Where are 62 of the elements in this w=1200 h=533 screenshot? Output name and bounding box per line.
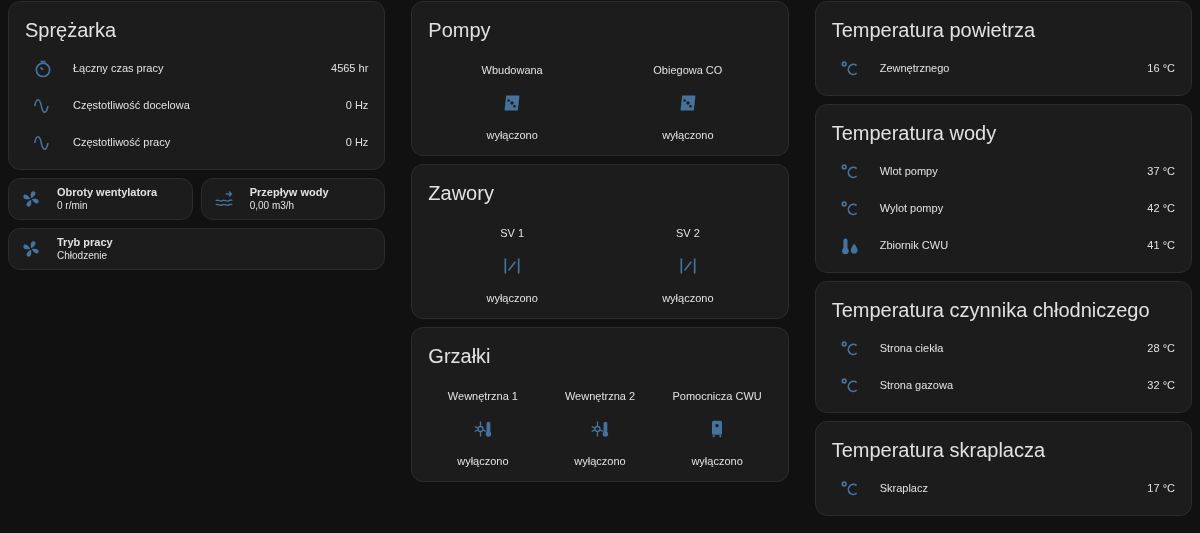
item-state: wyłączono [662,127,714,143]
entity-value: 28 °C [1147,341,1175,357]
glance-item[interactable]: Pomocnicza CWU wyłączono [658,388,776,469]
item-state: wyłączono [662,290,714,306]
item-name: SV 1 [500,226,525,241]
item-name: SV 2 [675,226,700,241]
item-name: Wewnętrzna 2 [564,389,636,404]
entity-value: 17 °C [1147,481,1175,497]
entity-name[interactable]: Skraplacz [879,480,1148,497]
glance-item[interactable]: Obiegowa CO wyłączono [600,62,776,143]
entity-name[interactable]: Strona ciekła [879,340,1148,357]
card-title: Temperatura skraplacza [830,438,1047,462]
glance-item[interactable]: Wewnętrzna 2 wyłączono [541,388,659,469]
timer-icon [33,58,53,79]
glance-item[interactable]: SV 1 wyłączono [424,225,600,306]
fan-icon [21,189,41,209]
tile-value: 0,00 m3/h [249,199,296,213]
card-title: Grzałki [427,344,492,368]
water-flow-icon [213,189,234,209]
entity-name[interactable]: Łączny czas pracy [73,60,331,77]
card-title: Temperatura wody [830,121,998,145]
entity-value: 32 °C [1147,378,1175,394]
item-state: wyłączono [486,127,538,143]
entity-name[interactable]: Częstotliwość pracy [73,134,346,151]
item-state: wyłączono [574,453,626,469]
card-title: Temperatura czynnika chłodniczego [830,298,1151,322]
tile-card[interactable]: Obroty wentylatora 0 r/min [8,178,193,220]
tile-value: 0 r/min [57,199,89,213]
tile-name: Przepływ wody [249,185,329,199]
entity-name[interactable]: Strona gazowa [879,377,1148,394]
entity-name[interactable]: Częstotliwość docelowa [73,97,346,114]
entity-value: 41 °C [1147,238,1175,254]
card-title: Zawory [427,181,495,205]
glance-item[interactable]: Wewnętrzna 1 wyłączono [424,388,542,469]
entity-value: 0 Hz [345,98,369,114]
entity-value: 42 °C [1147,201,1175,217]
entity-value: 16 °C [1147,61,1175,77]
entity-name[interactable]: Zbiornik CWU [879,237,1148,254]
entity-name[interactable]: Wlot pompy [879,163,1148,180]
fan-icon [21,239,41,259]
tile-value: Chłodzenie [57,249,109,263]
tile-card[interactable]: Tryb pracy Chłodzenie [8,228,386,270]
card-title: Temperatura powietrza [830,18,1037,42]
tile-name: Obroty wentylatora [57,185,158,199]
entity-value: 4565 hr [331,61,369,77]
tile-name: Tryb pracy [57,235,113,249]
entity-name[interactable]: Zewnętrznego [879,60,1148,77]
tile-card[interactable]: Przepływ wody 0,00 m3/h [200,178,386,220]
glance-item[interactable]: Wbudowana wyłączono [424,62,600,143]
entity-value: 37 °C [1147,164,1175,180]
item-state: wyłączono [486,290,538,306]
item-name: Obiegowa CO [653,63,723,78]
item-name: Wbudowana [481,63,543,78]
item-name: Wewnętrzna 1 [447,389,518,404]
item-state: wyłączono [691,453,743,469]
card-title: Pompy [427,18,492,42]
item-name: Pomocnicza CWU [672,389,762,404]
glance-item[interactable]: SV 2 wyłączono [600,225,776,306]
entity-name[interactable]: Wylot pompy [879,200,1148,217]
item-state: wyłączono [457,453,509,469]
card-title: Sprężarka [24,18,118,42]
entity-value: 0 Hz [345,135,369,151]
